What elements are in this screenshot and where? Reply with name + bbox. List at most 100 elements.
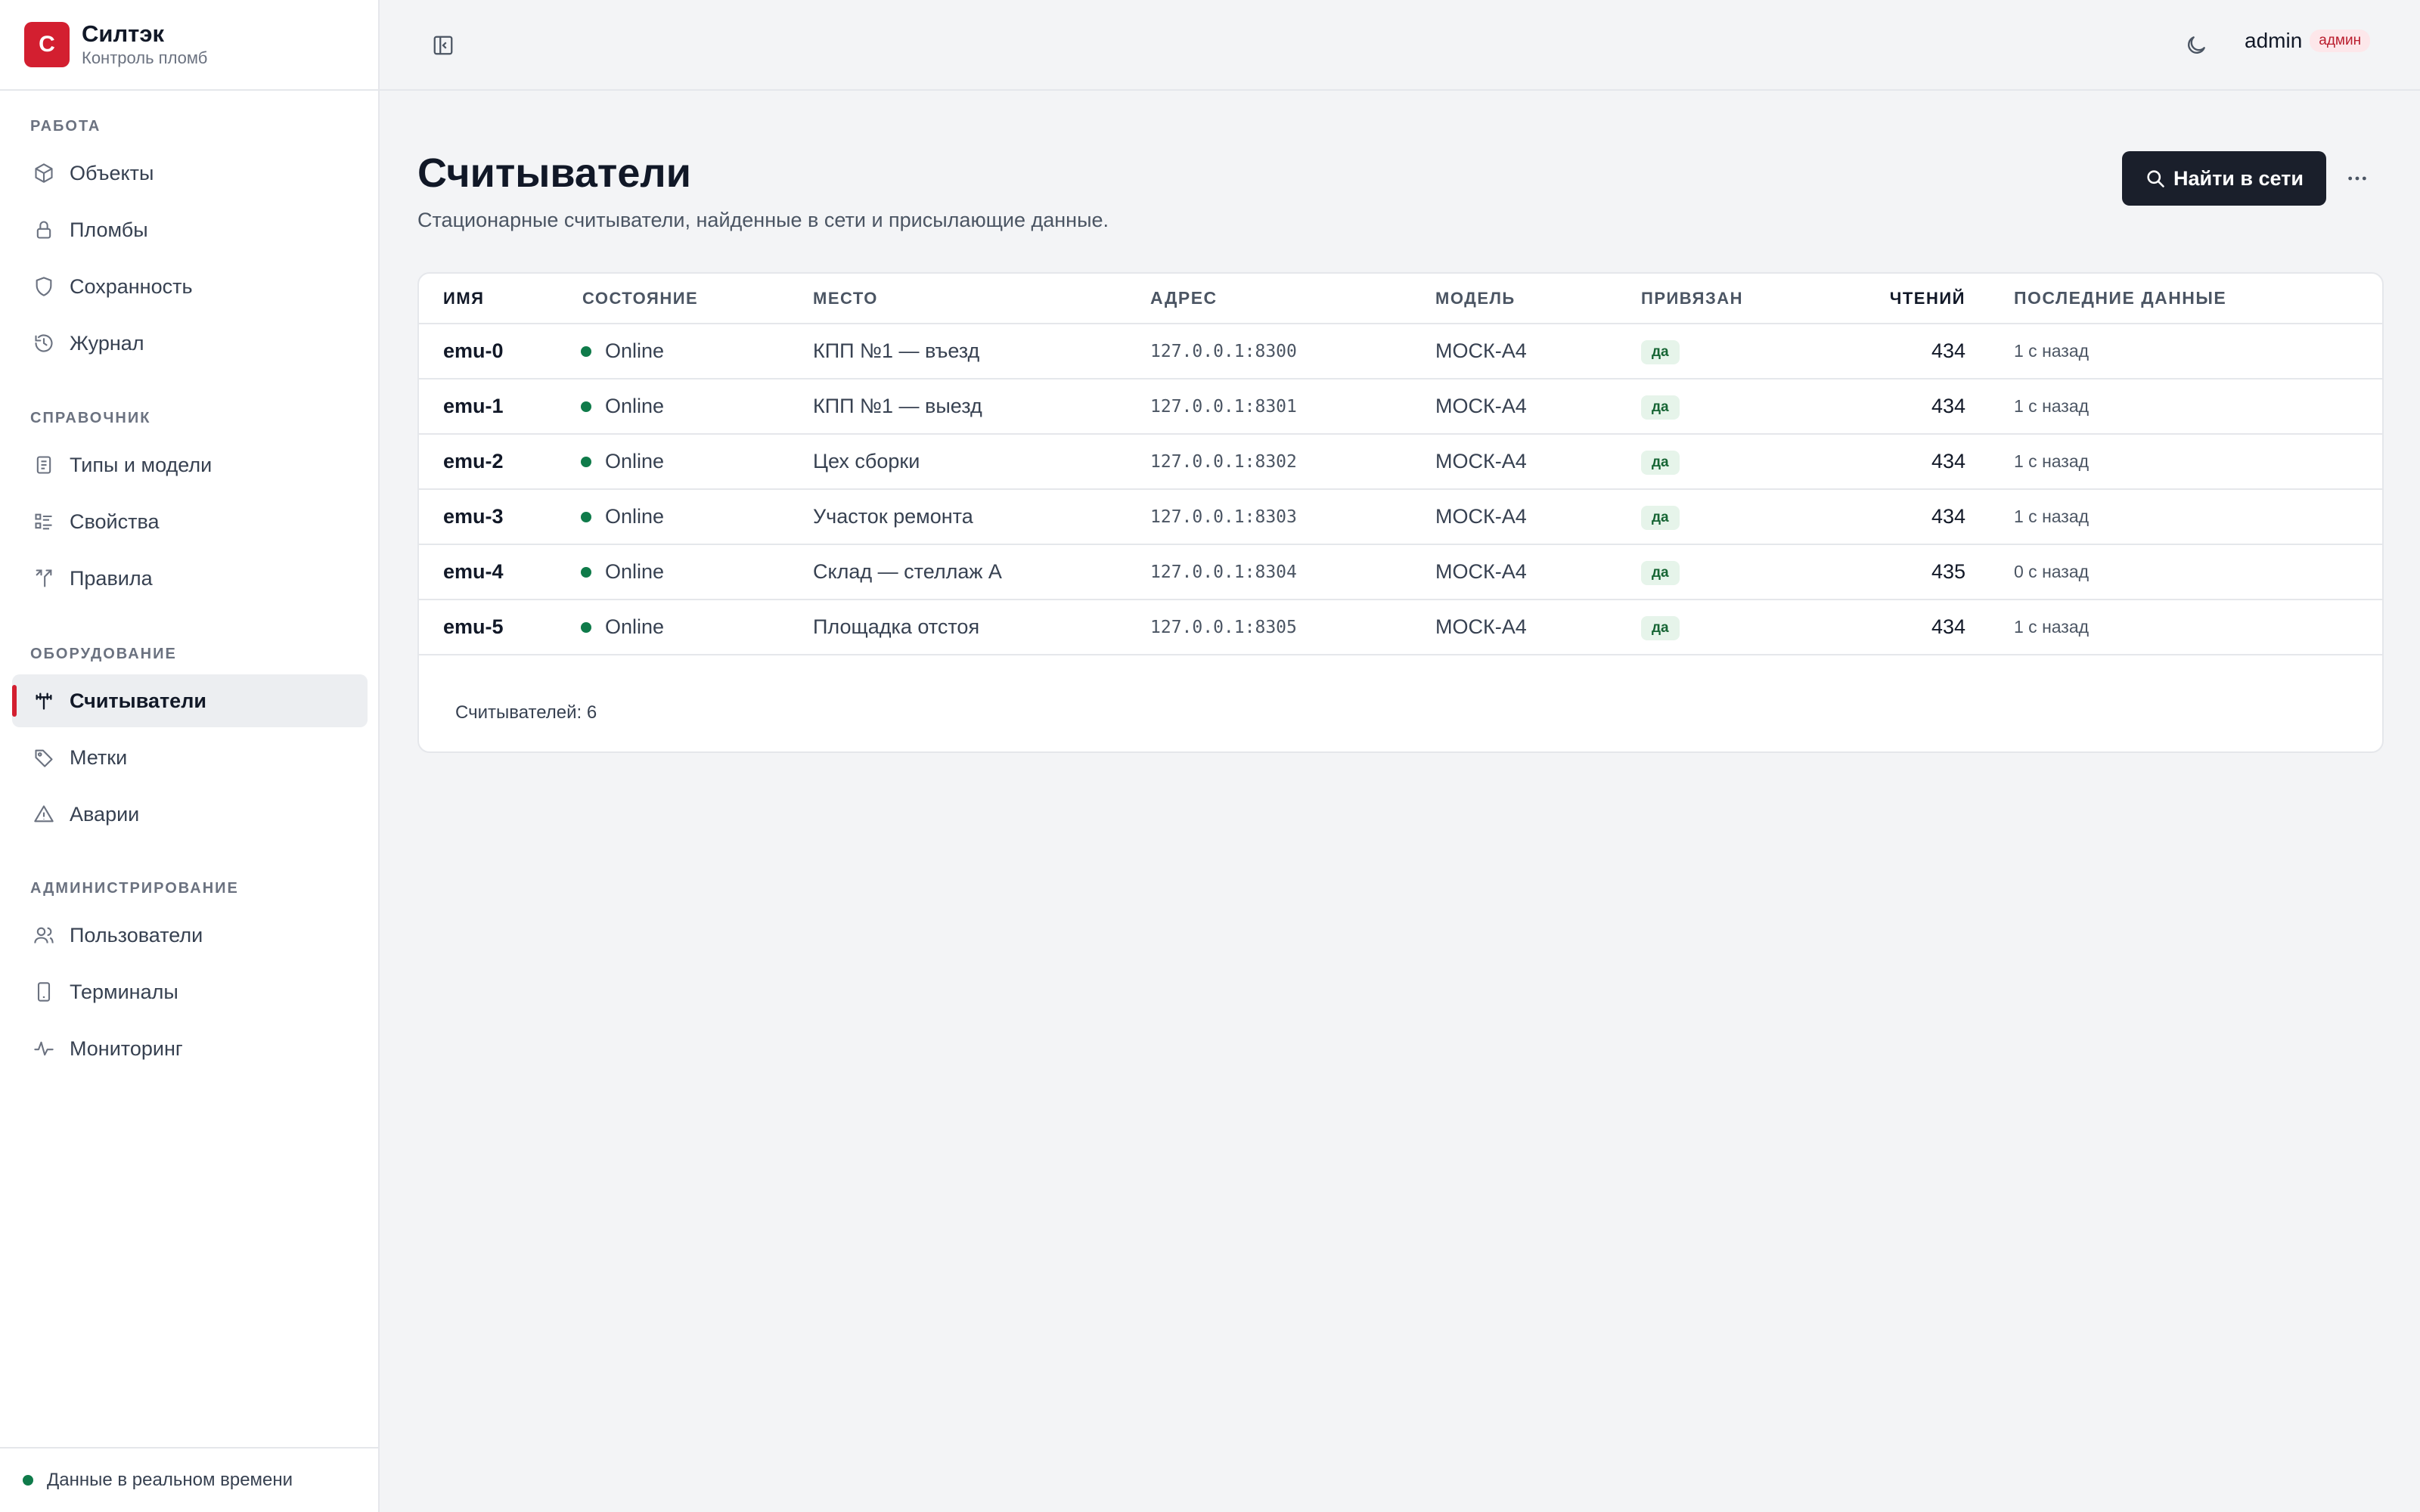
- page-title: Считыватели: [417, 150, 691, 196]
- reader-model: МОСК-А4: [1435, 379, 1641, 435]
- column-header-state[interactable]: СОСТОЯНИЕ: [582, 274, 813, 324]
- reader-state: Online: [581, 379, 813, 435]
- list-icon: [32, 510, 56, 534]
- user-name: admin: [2245, 29, 2303, 52]
- split-icon: [32, 566, 56, 590]
- column-header-bound[interactable]: ПРИВЯЗАН: [1641, 274, 1855, 324]
- reader-model: МОСК-А4: [1435, 600, 1641, 655]
- reader-name: emu-0: [419, 324, 582, 380]
- table-row[interactable]: emu-1 Online КПП №1 — выезд 127.0.0.1:83…: [419, 379, 2382, 435]
- sidebar-item-label: Объекты: [70, 161, 154, 184]
- sidebar-item-readers[interactable]: Считыватели: [12, 674, 368, 727]
- reader-last-data: 1 с назад: [1965, 434, 2382, 490]
- table-row[interactable]: emu-4 Online Склад — стеллаж А 127.0.0.1…: [419, 544, 2382, 600]
- reader-reads: 434: [1855, 379, 1965, 435]
- users-icon: [32, 923, 56, 947]
- sidebar-item-alarms[interactable]: Аварии: [12, 788, 368, 841]
- bound-badge: да: [1641, 616, 1680, 640]
- user-menu[interactable]: admin админ: [2245, 29, 2371, 53]
- table-footer: Считывателей: 6: [419, 674, 2382, 751]
- column-header-address[interactable]: АДРЕС: [1150, 274, 1435, 324]
- reader-name: emu-3: [419, 489, 582, 545]
- reader-bound: да: [1641, 600, 1855, 655]
- sidebar: С Силтэк Контроль пломб РАБОТА Объекты П…: [0, 0, 380, 1512]
- sidebar-item-types-models[interactable]: Типы и модели: [12, 438, 368, 491]
- theme-toggle-button[interactable]: [2181, 30, 2211, 60]
- live-indicator-dot: [23, 1475, 33, 1486]
- brand-subtitle: Контроль пломб: [82, 48, 208, 67]
- panel-left-icon: [433, 36, 453, 55]
- reader-address: 127.0.0.1:8304: [1150, 544, 1435, 600]
- readers-table-card: ИМЯ СОСТОЯНИЕ МЕСТО АДРЕС МОДЕЛЬ ПРИВЯЗА…: [417, 272, 2384, 753]
- sidebar-item-label: Правила: [70, 566, 153, 590]
- reader-address: 127.0.0.1:8300: [1150, 324, 1435, 380]
- reader-bound: да: [1641, 379, 1855, 435]
- column-header-name[interactable]: ИМЯ: [419, 274, 582, 324]
- reader-reads: 434: [1855, 600, 1965, 655]
- reader-state-label: Online: [605, 339, 665, 362]
- sidebar-item-objects[interactable]: Объекты: [12, 147, 368, 200]
- page-description: Стационарные считыватели, найденные в се…: [417, 209, 1109, 231]
- sidebar-item-seals[interactable]: Пломбы: [12, 203, 368, 256]
- reader-place: Склад — стеллаж А: [813, 544, 1150, 600]
- reader-address: 127.0.0.1:8303: [1150, 489, 1435, 545]
- sidebar-item-users[interactable]: Пользователи: [12, 909, 368, 962]
- realtime-status-label: Данные в реальном времени: [47, 1470, 293, 1490]
- online-status-dot: [581, 401, 591, 412]
- column-header-place[interactable]: МЕСТО: [813, 274, 1150, 324]
- reader-reads: 434: [1855, 324, 1965, 380]
- reader-reads: 435: [1855, 544, 1965, 600]
- reader-bound: да: [1641, 434, 1855, 490]
- reader-state: Online: [581, 489, 813, 545]
- more-actions-button[interactable]: [2341, 163, 2373, 194]
- reader-name: emu-1: [419, 379, 582, 435]
- brand[interactable]: С Силтэк Контроль пломб: [0, 0, 378, 91]
- column-header-last-data[interactable]: ПОСЛЕДНИЕ ДАННЫЕ: [1965, 274, 2382, 324]
- reader-state-label: Online: [605, 395, 665, 417]
- reader-model: МОСК-А4: [1435, 489, 1641, 545]
- sidebar-item-properties[interactable]: Свойства: [12, 495, 368, 548]
- column-header-reads[interactable]: ЧТЕНИЙ: [1855, 274, 1965, 324]
- device-icon: [32, 980, 56, 1004]
- table-row[interactable]: emu-3 Online Участок ремонта 127.0.0.1:8…: [419, 489, 2382, 545]
- sidebar-item-integrity[interactable]: Сохранность: [12, 260, 368, 313]
- sidebar-item-terminals[interactable]: Терминалы: [12, 965, 368, 1018]
- reader-place: КПП №1 — выезд: [813, 379, 1150, 435]
- reader-state: Online: [581, 434, 813, 490]
- tag-icon: [32, 745, 56, 770]
- reader-state-label: Online: [605, 615, 665, 638]
- readers-table: ИМЯ СОСТОЯНИЕ МЕСТО АДРЕС МОДЕЛЬ ПРИВЯЗА…: [419, 274, 2382, 655]
- sidebar-item-label: Аварии: [70, 802, 140, 826]
- reader-name: emu-4: [419, 544, 582, 600]
- sidebar-item-tags[interactable]: Метки: [12, 731, 368, 784]
- reader-state: Online: [581, 544, 813, 600]
- sidebar-item-label: Типы и модели: [70, 453, 213, 476]
- online-status-dot: [581, 511, 591, 522]
- bound-badge: да: [1641, 451, 1680, 475]
- reader-reads: 434: [1855, 489, 1965, 545]
- reader-last-data: 1 с назад: [1965, 600, 2382, 655]
- online-status-dot: [581, 566, 591, 578]
- online-status-dot: [581, 456, 591, 467]
- bound-badge: да: [1641, 395, 1680, 420]
- table-row[interactable]: emu-2 Online Цех сборки 127.0.0.1:8302 М…: [419, 434, 2382, 490]
- table-row[interactable]: emu-0 Online КПП №1 — въезд 127.0.0.1:83…: [419, 324, 2382, 380]
- scan-network-button[interactable]: Найти в сети: [2122, 151, 2326, 206]
- sidebar-toggle-button[interactable]: [430, 32, 457, 59]
- nav-section-title: РАБОТА: [30, 118, 101, 135]
- book-icon: [32, 453, 56, 477]
- reader-state: Online: [581, 324, 813, 380]
- online-status-dot: [581, 621, 591, 633]
- nav-section-admin: АДМИНИСТРИРОВАНИЕ Пользователи Терминалы…: [0, 877, 380, 1075]
- bound-badge: да: [1641, 506, 1680, 530]
- column-header-model[interactable]: МОДЕЛЬ: [1435, 274, 1641, 324]
- table-row[interactable]: emu-5 Online Площадка отстоя 127.0.0.1:8…: [419, 600, 2382, 655]
- brand-logo: С: [24, 22, 70, 67]
- nav-section-title: АДМИНИСТРИРОВАНИЕ: [30, 880, 239, 897]
- bound-badge: да: [1641, 561, 1680, 585]
- reader-place: КПП №1 — въезд: [813, 324, 1150, 380]
- moon-icon: [2188, 36, 2205, 54]
- sidebar-item-monitoring[interactable]: Мониторинг: [12, 1022, 368, 1075]
- sidebar-item-rules[interactable]: Правила: [12, 552, 368, 605]
- sidebar-item-journal[interactable]: Журнал: [12, 317, 368, 370]
